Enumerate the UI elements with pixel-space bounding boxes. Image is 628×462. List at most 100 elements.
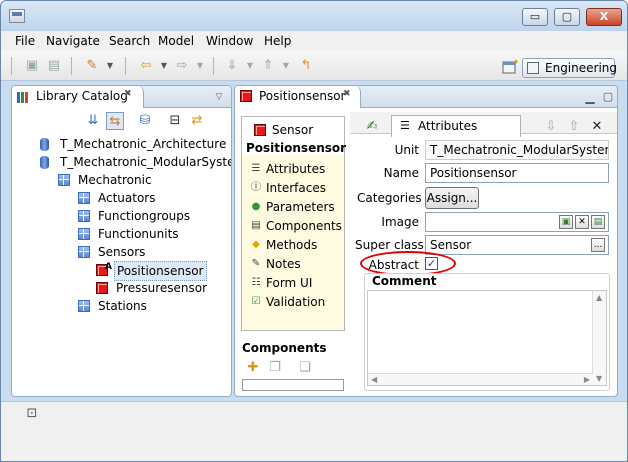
parent-class-label: Sensor — [272, 123, 314, 137]
menu-help[interactable]: Help — [264, 34, 291, 48]
menu-search[interactable]: Search — [109, 34, 150, 48]
tab-library-catalog[interactable]: Library Catalog ✖ — [12, 86, 144, 108]
scroll-right-icon[interactable]: ▶ — [584, 375, 590, 384]
menu-model[interactable]: Model — [158, 34, 194, 48]
paste-component-icon[interactable]: ❏ — [296, 359, 314, 377]
add-component-icon[interactable]: ✚ — [244, 359, 262, 377]
super-class-field[interactable]: Sensor — [425, 235, 609, 255]
database-icon — [40, 156, 49, 169]
nav-item-validation[interactable]: ☑ Validation — [250, 293, 326, 311]
perspective-icon — [527, 62, 539, 74]
save-icon[interactable]: ▣ — [23, 57, 41, 75]
menu-file[interactable]: File — [15, 34, 35, 48]
categories-label: Categories — [357, 191, 422, 205]
name-field[interactable]: Positionsensor — [425, 163, 609, 183]
note-icon: ✎ — [251, 258, 261, 269]
package-icon — [58, 174, 70, 186]
minimize-button[interactable]: ▭ — [522, 8, 548, 26]
scroll-left-icon[interactable]: ◀ — [371, 375, 377, 384]
open-perspective-icon[interactable]: ✦ — [502, 58, 520, 75]
toolbar-separator — [71, 57, 72, 75]
comment-vertical-scrollbar[interactable]: ▲ ▼ — [592, 291, 606, 385]
nav-item-notes[interactable]: ✎ Notes — [250, 255, 301, 273]
close-window-button[interactable]: X — [586, 8, 622, 26]
close-section-icon[interactable]: ✕ — [588, 118, 606, 136]
perspective-engineering-button[interactable]: Engineering — [522, 58, 617, 78]
wizard-dropdown-icon[interactable]: ▼ — [101, 57, 119, 75]
nav-item-form-ui[interactable]: ☷ Form UI — [250, 274, 313, 292]
nav-label: Components — [266, 219, 342, 233]
nav-item-parameters[interactable]: ● Parameters — [250, 198, 335, 216]
tab-positionsensor[interactable]: Positionsensor ✖ — [235, 86, 361, 108]
sync-icon[interactable]: ⇄ — [188, 112, 206, 130]
collapse-all-icon[interactable]: ⇊ — [84, 112, 102, 130]
clear-image-icon[interactable]: ✕ — [575, 215, 589, 229]
collapse-icon[interactable]: ⊟ — [166, 112, 184, 130]
library-tab-close-icon[interactable]: ✖ — [124, 89, 132, 99]
components-list[interactable] — [242, 379, 344, 391]
toolbar-grip — [11, 57, 12, 75]
nav-label: Parameters — [266, 200, 335, 214]
back-icon[interactable]: ⇦ — [137, 57, 155, 75]
nav-item-interfaces[interactable]: Ⓘ Interfaces — [250, 179, 326, 197]
previous-annotation-dropdown-icon[interactable]: ▼ — [277, 57, 295, 75]
comment-horizontal-scrollbar[interactable]: ◀ ▶ — [368, 373, 593, 385]
nav-item-components[interactable]: ▤ Components — [250, 217, 342, 235]
maximize-editor-icon[interactable]: ▢ — [599, 88, 617, 106]
tree-item-label: Positionsensor — [114, 261, 207, 281]
tab-attributes-section[interactable]: ☰ Attributes — [391, 115, 521, 137]
form-icon: ☷ — [251, 277, 261, 288]
previous-annotation-icon[interactable]: ⇑ — [259, 57, 277, 75]
validation-icon: ☑ — [251, 296, 261, 307]
abstract-marker-icon: A — [105, 262, 112, 272]
move-down-icon[interactable]: ⇩ — [542, 118, 560, 136]
back-dropdown-icon[interactable]: ▼ — [155, 57, 173, 75]
link-with-editor-icon[interactable]: ⇆ — [106, 112, 124, 130]
open-image-icon[interactable]: ▤ — [591, 215, 605, 229]
database-icon — [40, 138, 49, 151]
tree-item-label: Mechatronic — [78, 173, 152, 187]
navigator-title: Positionsensor — [246, 141, 347, 155]
next-annotation-icon[interactable]: ⇓ — [223, 57, 241, 75]
next-annotation-dropdown-icon[interactable]: ▼ — [241, 57, 259, 75]
scroll-up-icon[interactable]: ▲ — [596, 293, 602, 302]
super-class-label: Super class — [355, 238, 424, 252]
show-libraries-icon[interactable]: ⛁ — [136, 112, 154, 130]
section-tab-label: Attributes — [418, 119, 478, 133]
fast-view-icon[interactable]: ⊡ — [23, 405, 41, 423]
forward-icon[interactable]: ⇨ — [173, 57, 191, 75]
comment-textarea[interactable]: ▲ ▼ ◀ ▶ — [367, 290, 607, 386]
application-window: ▭ ▢ X File Navigate Search Model Window … — [0, 0, 628, 462]
class-icon — [96, 282, 108, 294]
title-bar: ▭ ▢ X — [1, 1, 627, 31]
unit-field: T_Mechatronic_ModularSystem.M — [425, 140, 609, 160]
maximize-button[interactable]: ▢ — [554, 8, 580, 26]
assign-categories-button[interactable]: Assign... — [425, 187, 479, 209]
editor-tab-close-icon[interactable]: ✖ — [343, 89, 351, 99]
package-icon — [78, 300, 90, 312]
nav-item-methods[interactable]: ◆ Methods — [250, 236, 317, 254]
application-icon — [9, 9, 25, 23]
wizard-icon[interactable]: ✎ — [83, 57, 101, 75]
nav-label: Methods — [266, 238, 318, 252]
view-menu-icon[interactable]: ▽ — [210, 88, 228, 106]
last-edit-location-icon[interactable]: ↰ — [297, 57, 315, 75]
print-icon[interactable]: ▤ — [45, 57, 63, 75]
set-image-icon[interactable]: ▣ — [559, 215, 573, 229]
nav-label: Form UI — [266, 276, 313, 290]
form-edit-icon[interactable]: ✍ — [363, 118, 381, 136]
browse-super-class-button[interactable]: ... — [591, 238, 605, 252]
parent-class-link[interactable]: Sensor — [254, 121, 313, 139]
menu-navigate[interactable]: Navigate — [46, 34, 100, 48]
menu-window[interactable]: Window — [206, 34, 253, 48]
scroll-down-icon[interactable]: ▼ — [596, 374, 602, 383]
tree-item-label: Actuators — [98, 191, 156, 205]
nav-item-attributes[interactable]: ☰ Attributes — [250, 160, 326, 178]
package-icon — [78, 192, 90, 204]
list-icon: ☰ — [251, 163, 261, 174]
forward-dropdown-icon[interactable]: ▼ — [191, 57, 209, 75]
minimize-editor-icon[interactable]: ▁ — [581, 88, 599, 106]
move-up-icon[interactable]: ⇧ — [565, 118, 583, 136]
copy-component-icon[interactable]: ❐ — [266, 359, 284, 377]
class-icon — [254, 124, 266, 136]
